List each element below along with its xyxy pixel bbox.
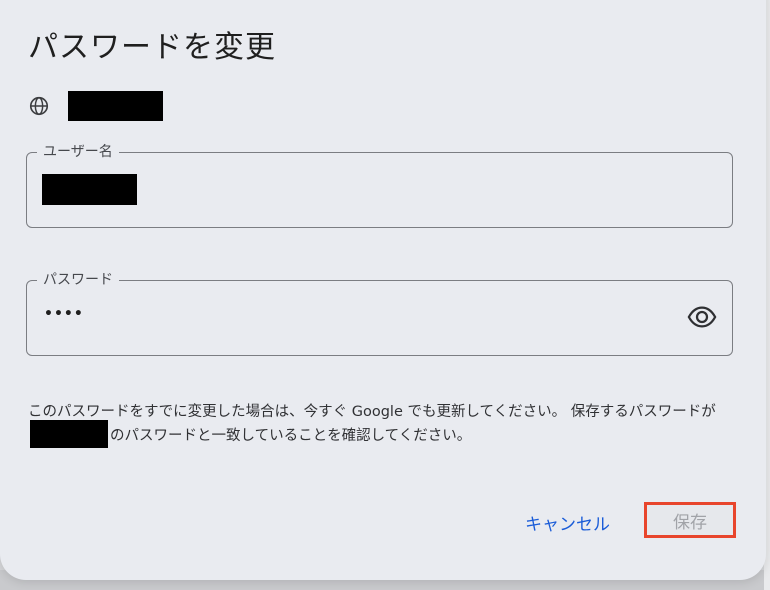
dialog-title: パスワードを変更 xyxy=(28,30,276,65)
site-row xyxy=(28,91,163,121)
password-value: •••• xyxy=(44,306,84,322)
show-password-button[interactable] xyxy=(686,303,718,335)
username-field[interactable]: ユーザー名 xyxy=(26,143,733,228)
change-password-dialog: パスワードを変更 ユーザー名 パスワード •••• このパスワードをすでに変更し… xyxy=(0,0,766,580)
globe-icon xyxy=(28,95,50,117)
save-button[interactable]: 保存 xyxy=(644,502,736,538)
redacted-site-name xyxy=(68,91,163,121)
redacted-username xyxy=(42,174,137,205)
username-label: ユーザー名 xyxy=(37,143,119,161)
password-field[interactable]: パスワード •••• xyxy=(26,271,733,356)
note-text-part1: このパスワードをすでに変更した場合は、今すぐ Google でも更新してください… xyxy=(28,404,716,420)
redacted-account-name xyxy=(30,420,108,448)
password-note: このパスワードをすでに変更した場合は、今すぐ Google でも更新してください… xyxy=(28,400,740,448)
eye-icon xyxy=(687,302,717,336)
cancel-button[interactable]: キャンセル xyxy=(515,504,620,540)
password-label: パスワード xyxy=(37,271,119,289)
note-text-part2: のパスワードと一致していることを確認してください。 xyxy=(110,428,472,444)
